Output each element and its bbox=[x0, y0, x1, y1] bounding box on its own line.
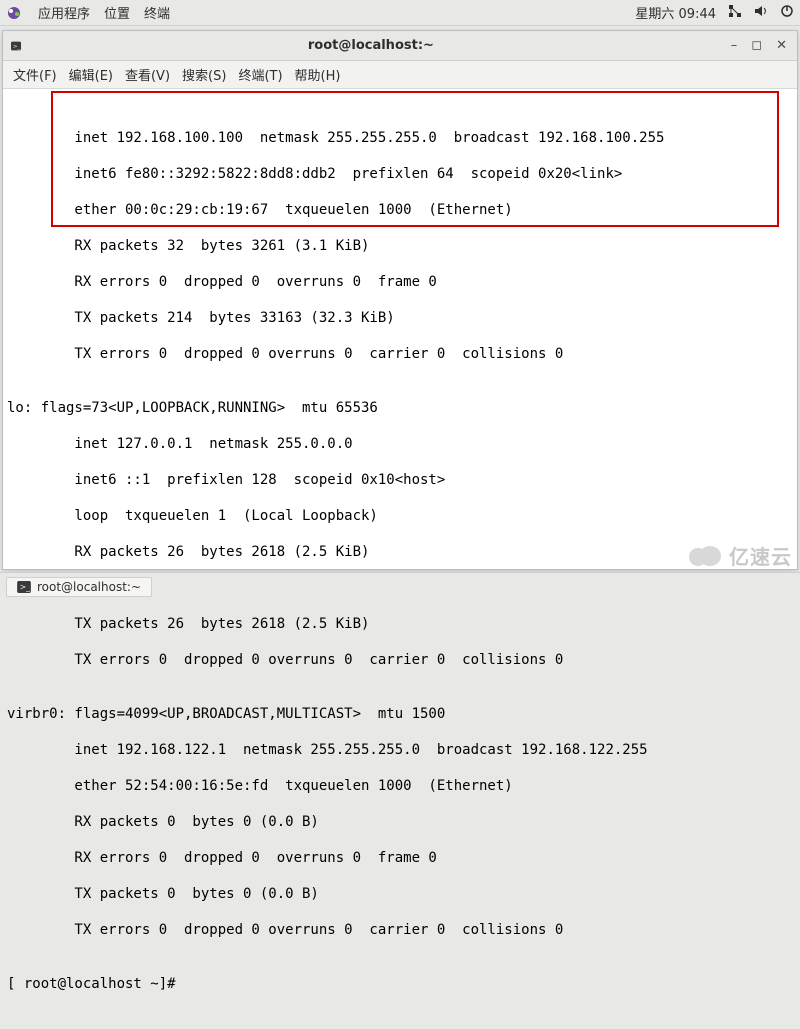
panel-clock[interactable]: 星期六 09:44 bbox=[635, 3, 716, 22]
term-line: TX errors 0 dropped 0 overruns 0 carrier… bbox=[7, 345, 793, 363]
titlebar[interactable]: >_ root@localhost:~ – ◻ ✕ bbox=[3, 31, 797, 61]
term-line: RX errors 0 dropped 0 overruns 0 frame 0 bbox=[7, 849, 793, 867]
term-line: RX packets 26 bytes 2618 (2.5 KiB) bbox=[7, 543, 793, 561]
menu-file[interactable]: 文件(F) bbox=[13, 65, 57, 84]
close-button[interactable]: ✕ bbox=[776, 38, 787, 53]
term-line: inet 192.168.122.1 netmask 255.255.255.0… bbox=[7, 741, 793, 759]
svg-text:>_: >_ bbox=[20, 582, 30, 591]
terminal-icon: >_ bbox=[17, 581, 31, 593]
panel-places[interactable]: 位置 bbox=[104, 3, 130, 22]
term-line: loop txqueuelen 1 (Local Loopback) bbox=[7, 507, 793, 525]
maximize-button[interactable]: ◻ bbox=[751, 38, 762, 53]
term-line: ether 00:0c:29:cb:19:67 txqueuelen 1000 … bbox=[7, 201, 793, 219]
power-icon[interactable] bbox=[780, 4, 794, 22]
window-title: root@localhost:~ bbox=[21, 38, 721, 53]
menu-terminal[interactable]: 终端(T) bbox=[238, 65, 282, 84]
distro-icon[interactable] bbox=[6, 5, 22, 21]
task-item-terminal[interactable]: >_ root@localhost:~ bbox=[6, 577, 152, 597]
term-line: inet 192.168.100.100 netmask 255.255.255… bbox=[7, 129, 793, 147]
term-line: TX errors 0 dropped 0 overruns 0 carrier… bbox=[7, 921, 793, 939]
taskbar: >_ root@localhost:~ bbox=[0, 572, 800, 600]
term-line: lo: flags=73<UP,LOOPBACK,RUNNING> mtu 65… bbox=[7, 399, 793, 417]
term-line: RX packets 0 bytes 0 (0.0 B) bbox=[7, 813, 793, 831]
term-line: inet6 ::1 prefixlen 128 scopeid 0x10<hos… bbox=[7, 471, 793, 489]
volume-icon[interactable] bbox=[754, 4, 768, 22]
term-line: virbr0: flags=4099<UP,BROADCAST,MULTICAS… bbox=[7, 705, 793, 723]
panel-apps[interactable]: 应用程序 bbox=[38, 3, 90, 22]
term-line: TX packets 26 bytes 2618 (2.5 KiB) bbox=[7, 615, 793, 633]
network-icon[interactable] bbox=[728, 4, 742, 22]
term-line: TX packets 0 bytes 0 (0.0 B) bbox=[7, 885, 793, 903]
menu-edit[interactable]: 编辑(E) bbox=[69, 65, 113, 84]
task-item-label: root@localhost:~ bbox=[37, 580, 141, 594]
top-panel: 应用程序 位置 终端 星期六 09:44 bbox=[0, 0, 800, 26]
term-line: RX packets 32 bytes 3261 (3.1 KiB) bbox=[7, 237, 793, 255]
svg-text:>_: >_ bbox=[13, 43, 21, 49]
menubar: 文件(F) 编辑(E) 查看(V) 搜索(S) 终端(T) 帮助(H) bbox=[3, 61, 797, 89]
term-line: RX errors 0 dropped 0 overruns 0 frame 0 bbox=[7, 273, 793, 291]
prompt-line[interactable]: [ root@localhost ~]# bbox=[7, 975, 793, 993]
terminal-window: >_ root@localhost:~ – ◻ ✕ 文件(F) 编辑(E) 查看… bbox=[2, 30, 798, 570]
menu-view[interactable]: 查看(V) bbox=[125, 65, 170, 84]
terminal-icon: >_ bbox=[3, 39, 21, 53]
minimize-button[interactable]: – bbox=[731, 38, 738, 53]
term-line: TX packets 214 bytes 33163 (32.3 KiB) bbox=[7, 309, 793, 327]
term-line: inet 127.0.0.1 netmask 255.0.0.0 bbox=[7, 435, 793, 453]
term-line: TX errors 0 dropped 0 overruns 0 carrier… bbox=[7, 651, 793, 669]
term-line: inet6 fe80::3292:5822:8dd8:ddb2 prefixle… bbox=[7, 165, 793, 183]
menu-help[interactable]: 帮助(H) bbox=[295, 65, 341, 84]
watermark-text: 亿速云 bbox=[729, 541, 792, 570]
watermark: 亿速云 bbox=[689, 541, 792, 570]
cloud-icon bbox=[689, 546, 725, 566]
terminal-output[interactable]: inet 192.168.100.100 netmask 255.255.255… bbox=[3, 89, 797, 569]
panel-terminal[interactable]: 终端 bbox=[144, 3, 170, 22]
term-line: ether 52:54:00:16:5e:fd txqueuelen 1000 … bbox=[7, 777, 793, 795]
menu-search[interactable]: 搜索(S) bbox=[182, 65, 226, 84]
